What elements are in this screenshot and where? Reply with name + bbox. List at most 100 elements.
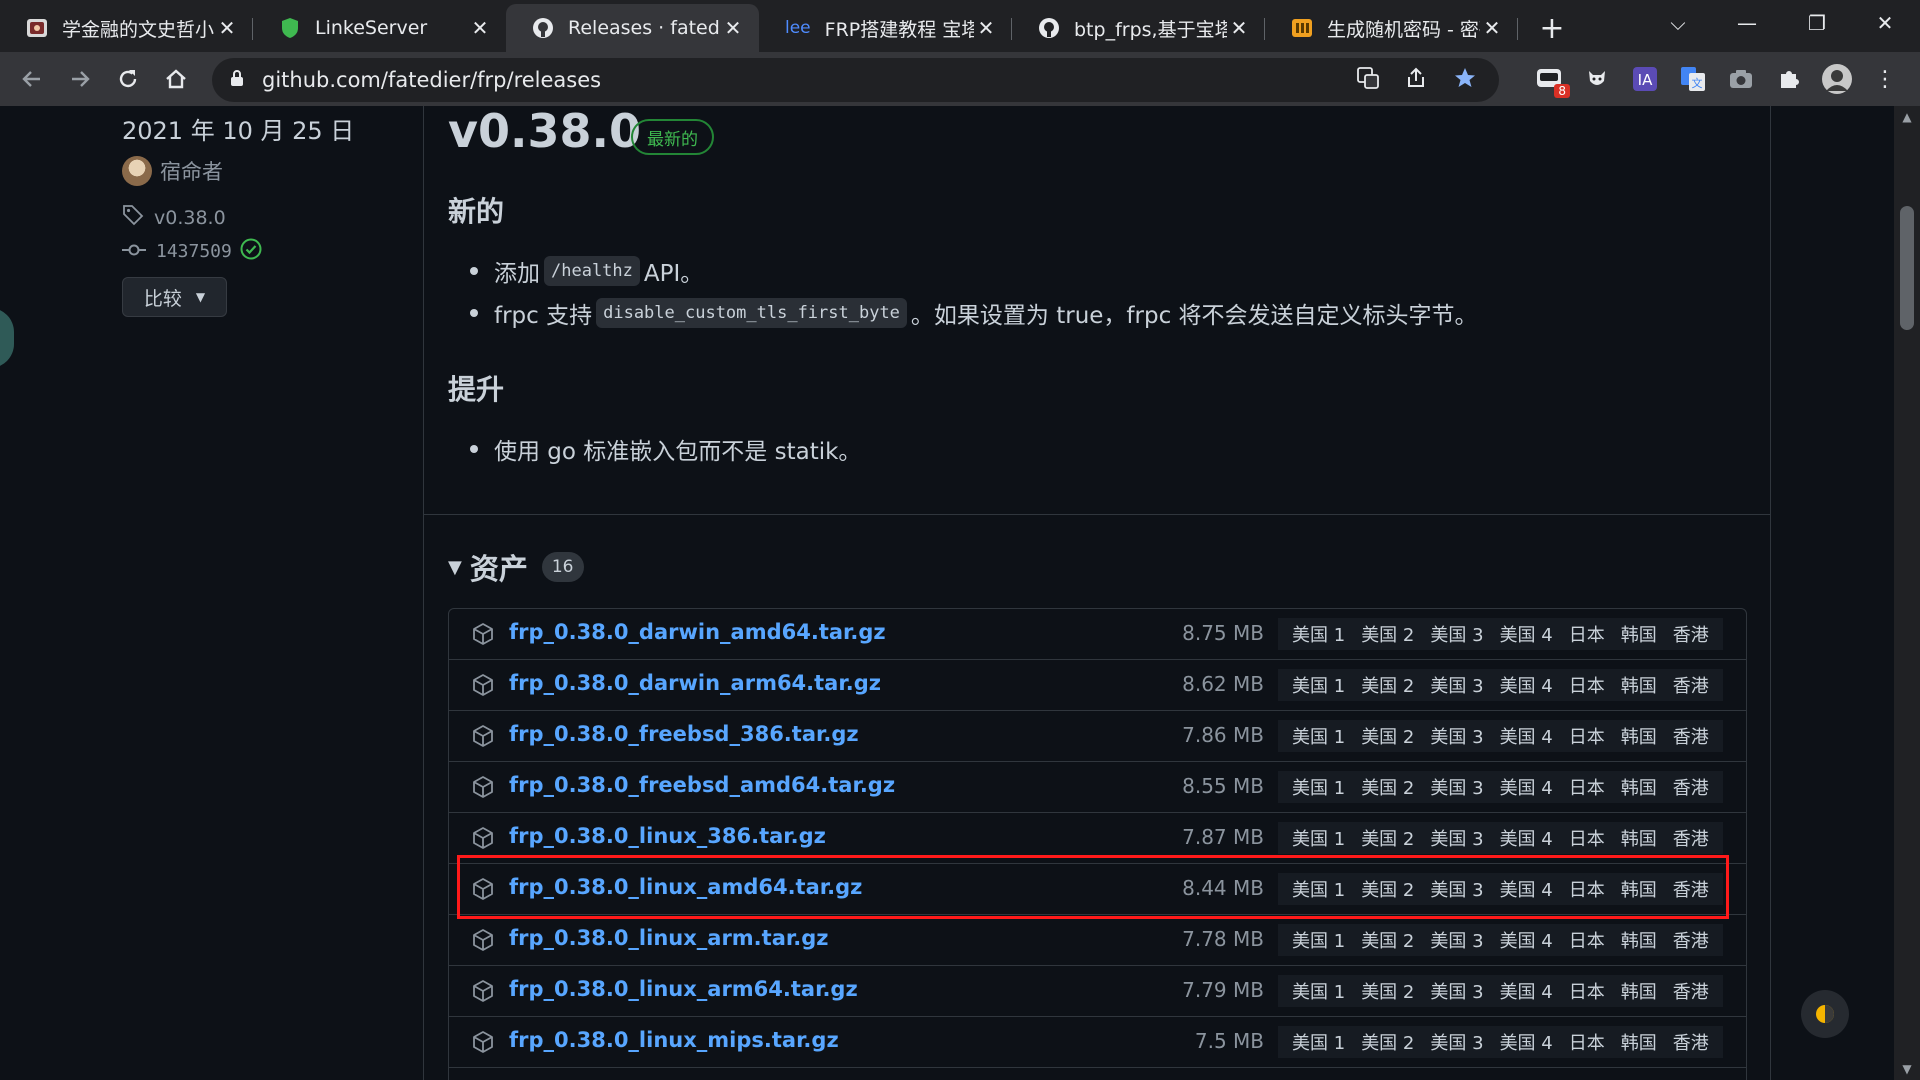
mirror-link[interactable]: 美国 4: [1492, 669, 1561, 701]
mirror-link[interactable]: 美国 2: [1353, 1026, 1422, 1058]
author-name[interactable]: 宿命者: [160, 156, 223, 186]
mirror-link[interactable]: 美国 4: [1492, 720, 1561, 752]
mirror-link[interactable]: 美国 4: [1492, 1026, 1561, 1058]
mirror-link[interactable]: 美国 1: [1284, 924, 1353, 956]
mirror-link[interactable]: 香港: [1665, 975, 1717, 1007]
scrollbar-thumb[interactable]: [1900, 206, 1914, 330]
tab-5[interactable]: 生成随机密码 - 密码 ✕: [1265, 4, 1518, 52]
mirror-link[interactable]: 香港: [1665, 771, 1717, 803]
mirror-link[interactable]: 美国 2: [1353, 924, 1422, 956]
extension-glasses-icon[interactable]: 8: [1532, 62, 1570, 98]
mirror-link[interactable]: 美国 4: [1492, 924, 1561, 956]
mirror-link[interactable]: 韩国: [1613, 720, 1665, 752]
mirror-link[interactable]: 美国 3: [1422, 669, 1491, 701]
mirror-link[interactable]: 美国 4: [1492, 618, 1561, 650]
mirror-link[interactable]: 美国 1: [1284, 669, 1353, 701]
release-title[interactable]: v0.38.0: [448, 106, 641, 158]
mirror-link[interactable]: 美国 2: [1353, 669, 1422, 701]
restore-icon[interactable]: ❐: [1782, 0, 1852, 46]
share-icon[interactable]: [1405, 67, 1427, 93]
mirror-link[interactable]: 香港: [1665, 669, 1717, 701]
mirror-link[interactable]: 美国 2: [1353, 771, 1422, 803]
mirror-link[interactable]: 美国 3: [1422, 822, 1491, 854]
mirror-link[interactable]: 美国 4: [1492, 975, 1561, 1007]
address-bar[interactable]: github.com/fatedier/frp/releases: [212, 58, 1499, 102]
tab-search-chevron-icon[interactable]: ⌵: [1643, 0, 1713, 46]
mirror-link[interactable]: 香港: [1665, 822, 1717, 854]
mirror-link[interactable]: 美国 1: [1284, 975, 1353, 1007]
release-author[interactable]: 宿命者: [122, 156, 223, 186]
tab-3[interactable]: lee FRP搭建教程 宝塔面板 ✕: [759, 4, 1012, 52]
mirror-link[interactable]: 日本: [1561, 720, 1613, 752]
mirror-link[interactable]: 美国 1: [1284, 771, 1353, 803]
mirror-link[interactable]: 美国 4: [1492, 822, 1561, 854]
mirror-link[interactable]: 韩国: [1613, 822, 1665, 854]
asset-link[interactable]: frp_0.38.0_linux_386.tar.gz: [509, 824, 826, 848]
assets-summary-toggle[interactable]: ▼ 资产 16: [448, 546, 584, 588]
extension-ia-icon[interactable]: IA: [1628, 62, 1662, 96]
asset-link[interactable]: frp_0.38.0_linux_mips.tar.gz: [509, 1028, 839, 1052]
profile-avatar[interactable]: [1820, 62, 1854, 96]
tag-label[interactable]: v0.38.0: [154, 207, 226, 229]
mirror-link[interactable]: 日本: [1561, 1026, 1613, 1058]
mirror-link[interactable]: 香港: [1665, 720, 1717, 752]
close-icon[interactable]: ✕: [1480, 16, 1504, 40]
avatar[interactable]: [122, 156, 152, 186]
mirror-link[interactable]: 韩国: [1613, 975, 1665, 1007]
mirror-link[interactable]: 美国 2: [1353, 720, 1422, 752]
google-translate-icon[interactable]: 文: [1676, 62, 1710, 96]
mirror-link[interactable]: 韩国: [1613, 618, 1665, 650]
asset-link[interactable]: frp_0.38.0_darwin_arm64.tar.gz: [509, 671, 881, 695]
mirror-link[interactable]: 日本: [1561, 771, 1613, 803]
mirror-link[interactable]: 美国 4: [1492, 771, 1561, 803]
asset-link[interactable]: frp_0.38.0_linux_arm.tar.gz: [509, 926, 828, 950]
mirror-link[interactable]: 美国 3: [1422, 720, 1491, 752]
mirror-link[interactable]: 美国 1: [1284, 720, 1353, 752]
close-icon[interactable]: ✕: [215, 16, 239, 40]
mirror-link[interactable]: 美国 3: [1422, 924, 1491, 956]
mirror-link[interactable]: 美国 2: [1353, 822, 1422, 854]
mirror-link[interactable]: 韩国: [1613, 669, 1665, 701]
mirror-link[interactable]: 美国 2: [1353, 975, 1422, 1007]
mirror-link[interactable]: 美国 1: [1284, 618, 1353, 650]
mirror-link[interactable]: 美国 2: [1353, 618, 1422, 650]
mirror-link[interactable]: 日本: [1561, 669, 1613, 701]
mirror-link[interactable]: 香港: [1665, 1026, 1717, 1058]
page-scrollbar[interactable]: ▲ ▼: [1894, 106, 1920, 1080]
mirror-link[interactable]: 香港: [1665, 618, 1717, 650]
home-icon[interactable]: [152, 55, 200, 103]
mirror-link[interactable]: 日本: [1561, 924, 1613, 956]
mirror-link[interactable]: 美国 3: [1422, 618, 1491, 650]
commit-hash[interactable]: 1437509: [156, 241, 232, 262]
reload-icon[interactable]: [104, 55, 152, 103]
translate-icon[interactable]: [1357, 67, 1379, 93]
mirror-link[interactable]: 日本: [1561, 618, 1613, 650]
release-tag[interactable]: v0.38.0: [122, 204, 226, 231]
mirror-link[interactable]: 日本: [1561, 822, 1613, 854]
tab-1[interactable]: LinkeServer ✕: [253, 4, 506, 52]
mirror-link[interactable]: 日本: [1561, 975, 1613, 1007]
release-commit[interactable]: 1437509: [122, 238, 262, 265]
close-icon[interactable]: ✕: [468, 16, 492, 40]
camera-icon[interactable]: [1724, 62, 1758, 96]
scroll-up-arrow-icon[interactable]: ▲: [1894, 106, 1920, 128]
close-icon[interactable]: ✕: [1227, 16, 1251, 40]
asset-link[interactable]: frp_0.38.0_linux_arm64.tar.gz: [509, 977, 858, 1001]
tab-2[interactable]: Releases · fatedier ✕: [506, 4, 759, 52]
compare-button[interactable]: 比较 ▼: [122, 277, 227, 317]
floating-action-button[interactable]: [1801, 990, 1849, 1038]
mirror-link[interactable]: 香港: [1665, 924, 1717, 956]
bookmark-star-icon[interactable]: [1453, 66, 1477, 94]
tab-4[interactable]: btp_frps,基于宝塔面板 ✕: [1012, 4, 1265, 52]
mirror-link[interactable]: 美国 1: [1284, 822, 1353, 854]
mirror-link[interactable]: 韩国: [1613, 1026, 1665, 1058]
more-menu-icon[interactable]: ⋮: [1868, 62, 1902, 96]
scroll-down-arrow-icon[interactable]: ▼: [1894, 1058, 1920, 1080]
tab-0[interactable]: 学金融的文史哲小生 ✕: [0, 4, 253, 52]
back-arrow-icon[interactable]: [8, 55, 56, 103]
extension-mascot-icon[interactable]: [1580, 62, 1614, 96]
mirror-link[interactable]: 韩国: [1613, 924, 1665, 956]
mirror-link[interactable]: 韩国: [1613, 771, 1665, 803]
mirror-link[interactable]: 美国 3: [1422, 771, 1491, 803]
close-icon[interactable]: ✕: [974, 16, 998, 40]
